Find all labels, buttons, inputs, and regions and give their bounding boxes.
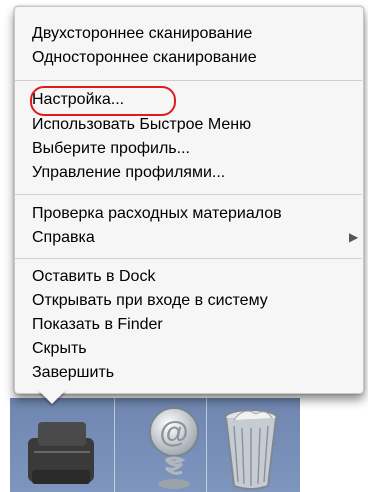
- scanner-app-icon[interactable]: [10, 412, 114, 492]
- menu-separator: [14, 194, 362, 195]
- menu-item-open-at-login[interactable]: Открывать при входе в систему: [32, 290, 268, 312]
- menu-separator: [14, 258, 362, 259]
- menu-item-help[interactable]: Справка: [32, 227, 95, 249]
- menu-item-duplex-scan[interactable]: Двухстороннее сканирование: [32, 23, 252, 45]
- trash-icon[interactable]: [216, 404, 286, 492]
- menu-item-keep-in-dock[interactable]: Оставить в Dock: [32, 266, 155, 288]
- menu-pointer: [38, 390, 66, 404]
- menu-item-show-in-finder[interactable]: Показать в Finder: [32, 314, 163, 336]
- mail-at-icon[interactable]: @: [140, 404, 210, 492]
- menu-item-hide[interactable]: Скрыть: [32, 338, 87, 360]
- menu-item-simplex-scan[interactable]: Одностороннее сканирование: [32, 47, 257, 69]
- menu-item-select-profile[interactable]: Выберите профиль...: [32, 138, 190, 160]
- settings-highlight-ring: [30, 86, 176, 116]
- svg-text:@: @: [159, 416, 188, 449]
- submenu-arrow-icon: ▶: [349, 230, 359, 244]
- menu-item-manage-profiles[interactable]: Управление профилями...: [32, 162, 225, 184]
- menu-item-quick-menu[interactable]: Использовать Быстрое Меню: [32, 114, 251, 136]
- menu-separator: [14, 80, 362, 81]
- menu-item-check-consumables[interactable]: Проверка расходных материалов: [32, 203, 282, 225]
- menu-item-quit[interactable]: Завершить: [32, 362, 114, 384]
- dock-divider: [114, 398, 115, 492]
